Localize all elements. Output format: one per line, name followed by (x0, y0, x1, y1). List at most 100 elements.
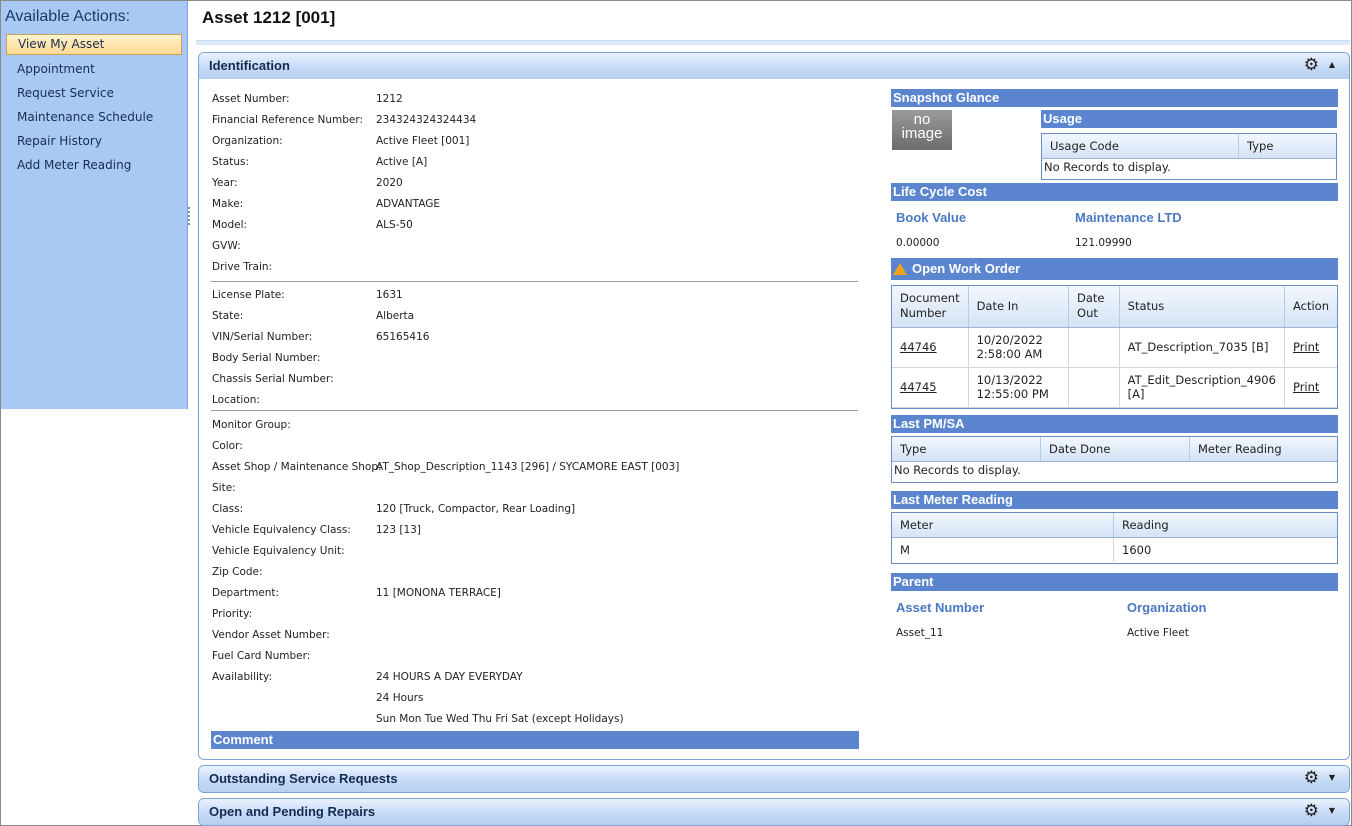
field-label-license-plate: License Plate: (212, 289, 285, 301)
field-label-site: Site: (212, 482, 236, 494)
table-row: 44745 10/13/2022 12:55:00 PM AT_Edit_Des… (892, 367, 1337, 408)
field-label-location: Location: (212, 394, 260, 406)
last-pm-grid: Type Date Done Meter Reading No Records … (891, 436, 1338, 483)
field-value-sun-mon-tue-wed-thu-fri-sat-except-holidays: Sun Mon Tue Wed Thu Fri Sat (except Holi… (376, 713, 624, 725)
field-label-vehicle-equivalency-unit: Vehicle Equivalency Unit: (212, 545, 345, 557)
gear-icon[interactable]: ⚙ (1304, 769, 1319, 787)
wo-action-cell: Print (1284, 327, 1337, 368)
chevron-down-icon[interactable]: ▼ (1329, 773, 1335, 782)
field-label-state: State: (212, 310, 244, 322)
field-value-24-hours: 24 Hours (376, 692, 424, 704)
sidebar-item-repair-history[interactable]: Repair History (6, 131, 182, 152)
last-meter-grid: Meter Reading M 1600 (891, 512, 1338, 564)
field-value-availability: 24 HOURS A DAY EVERYDAY (376, 671, 523, 683)
wo-print-link[interactable]: Print (1293, 380, 1319, 394)
field-value-model: ALS-50 (376, 219, 413, 231)
usage-col-code[interactable]: Usage Code (1042, 134, 1239, 159)
meter-col-meter[interactable]: Meter (892, 513, 1114, 538)
parent-asset-number-label: Asset Number (896, 600, 985, 615)
chevron-up-icon[interactable]: ▲ (1329, 60, 1335, 69)
wo-document-link[interactable]: 44746 (900, 340, 937, 354)
book-value-label: Book Value (896, 210, 967, 225)
field-label-availability: Availability: (212, 671, 273, 683)
pm-col-meter-reading[interactable]: Meter Reading (1189, 437, 1337, 462)
pm-col-type[interactable]: Type (892, 437, 1041, 462)
sidebar-item-add-meter-reading[interactable]: Add Meter Reading (6, 155, 182, 176)
open-work-order-grid: Document Number Date In Date Out Status … (891, 285, 1338, 409)
field-label-class: Class: (212, 503, 244, 515)
wo-document-link[interactable]: 44745 (900, 380, 937, 394)
maintenance-ltd-value: 121.09990 (1075, 237, 1132, 249)
table-row: M 1600 (892, 537, 1337, 562)
usage-empty-message: No Records to display. (1044, 160, 1171, 174)
no-image-placeholder: no image (892, 110, 952, 150)
gear-icon[interactable]: ⚙ (1304, 56, 1319, 74)
usage-col-type[interactable]: Type (1238, 134, 1336, 159)
splitter-handle[interactable] (188, 205, 191, 227)
book-value: 0.00000 (896, 237, 940, 249)
wo-date-out-cell (1068, 367, 1120, 408)
field-label-year: Year: (212, 177, 238, 189)
field-label-make: Make: (212, 198, 244, 210)
chevron-down-icon[interactable]: ▼ (1329, 806, 1335, 815)
field-value-vehicle-equivalency-class: 123 [13] (376, 524, 421, 536)
sidebar-item-request-service[interactable]: Request Service (6, 83, 182, 104)
section-divider (211, 410, 858, 411)
sidebar-item-appointment[interactable]: Appointment (6, 59, 182, 80)
open-work-order-header: Open Work Order (891, 258, 1338, 280)
wo-col-status[interactable]: Status (1119, 286, 1285, 328)
field-label-financial-reference-number: Financial Reference Number: (212, 114, 364, 126)
table-row: 44746 10/20/2022 2:58:00 AM AT_Descripti… (892, 327, 1337, 368)
open-pending-repairs-panel: Open and Pending Repairs ⚙ ▼ (198, 798, 1350, 826)
wo-col-date-in[interactable]: Date In (968, 286, 1070, 328)
field-label-priority: Priority: (212, 608, 253, 620)
field-label-organization: Organization: (212, 135, 283, 147)
wo-col-action[interactable]: Action (1284, 286, 1337, 328)
field-value-organization: Active Fleet [001] (376, 135, 470, 147)
wo-col-document-number[interactable]: Document Number (892, 286, 969, 328)
wo-doc-cell: 44745 (892, 367, 969, 408)
outstanding-service-requests-header[interactable]: Outstanding Service Requests ⚙ ▼ (199, 766, 1349, 792)
field-value-asset-number: 1212 (376, 93, 403, 105)
gear-icon[interactable]: ⚙ (1304, 802, 1319, 820)
wo-date-in-cell: 10/13/2022 12:55:00 PM (968, 367, 1070, 408)
open-pending-repairs-header[interactable]: Open and Pending Repairs ⚙ ▼ (199, 799, 1349, 825)
field-label-chassis-serial-number: Chassis Serial Number: (212, 373, 334, 385)
field-label-asset-shop-maintenance-shop: Asset Shop / Maintenance Shop: (212, 461, 382, 473)
maintenance-ltd-label: Maintenance LTD (1075, 210, 1182, 225)
parent-header: Parent (891, 573, 1338, 591)
outstanding-service-requests-title: Outstanding Service Requests (209, 771, 398, 786)
life-cycle-cost-header: Life Cycle Cost (891, 183, 1338, 201)
wo-print-link[interactable]: Print (1293, 340, 1319, 354)
field-label-model: Model: (212, 219, 248, 231)
field-label-color: Color: (212, 440, 243, 452)
field-label-status: Status: (212, 156, 249, 168)
sidebar-item-view-my-asset[interactable]: View My Asset (6, 34, 182, 55)
section-divider (211, 281, 858, 282)
wo-status-cell: AT_Description_7035 [B] (1119, 327, 1285, 368)
field-value-make: ADVANTAGE (376, 198, 440, 210)
wo-date-in-cell: 10/20/2022 2:58:00 AM (968, 327, 1070, 368)
outstanding-service-requests-panel: Outstanding Service Requests ⚙ ▼ (198, 765, 1350, 793)
field-value-asset-shop-maintenance-shop: AT_Shop_Description_1143 [296] / SYCAMOR… (376, 461, 680, 473)
field-label-vin-serial-number: VIN/Serial Number: (212, 331, 313, 343)
sidebar-title: Available Actions: (5, 8, 131, 25)
page-title: Asset 1212 [001] (202, 8, 336, 27)
wo-date-out-cell (1068, 327, 1120, 368)
wo-col-date-out[interactable]: Date Out (1068, 286, 1120, 328)
title-divider (196, 40, 1350, 45)
identification-panel-header[interactable]: Identification ⚙ ▲ (199, 53, 1349, 79)
field-value-year: 2020 (376, 177, 403, 189)
field-value-state: Alberta (376, 310, 415, 322)
field-label-monitor-group: Monitor Group: (212, 419, 291, 431)
usage-header: Usage (1041, 110, 1337, 128)
parent-organization-label: Organization (1127, 600, 1207, 615)
pm-col-date-done[interactable]: Date Done (1040, 437, 1190, 462)
field-label-fuel-card-number: Fuel Card Number: (212, 650, 311, 662)
snapshot-glance-header: Snapshot Glance (891, 89, 1338, 107)
field-label-body-serial-number: Body Serial Number: (212, 352, 321, 364)
open-pending-repairs-title: Open and Pending Repairs (209, 804, 376, 819)
field-value-vin-serial-number: 65165416 (376, 331, 430, 343)
meter-col-reading[interactable]: Reading (1113, 513, 1337, 538)
sidebar-item-maintenance-schedule[interactable]: Maintenance Schedule (6, 107, 182, 128)
